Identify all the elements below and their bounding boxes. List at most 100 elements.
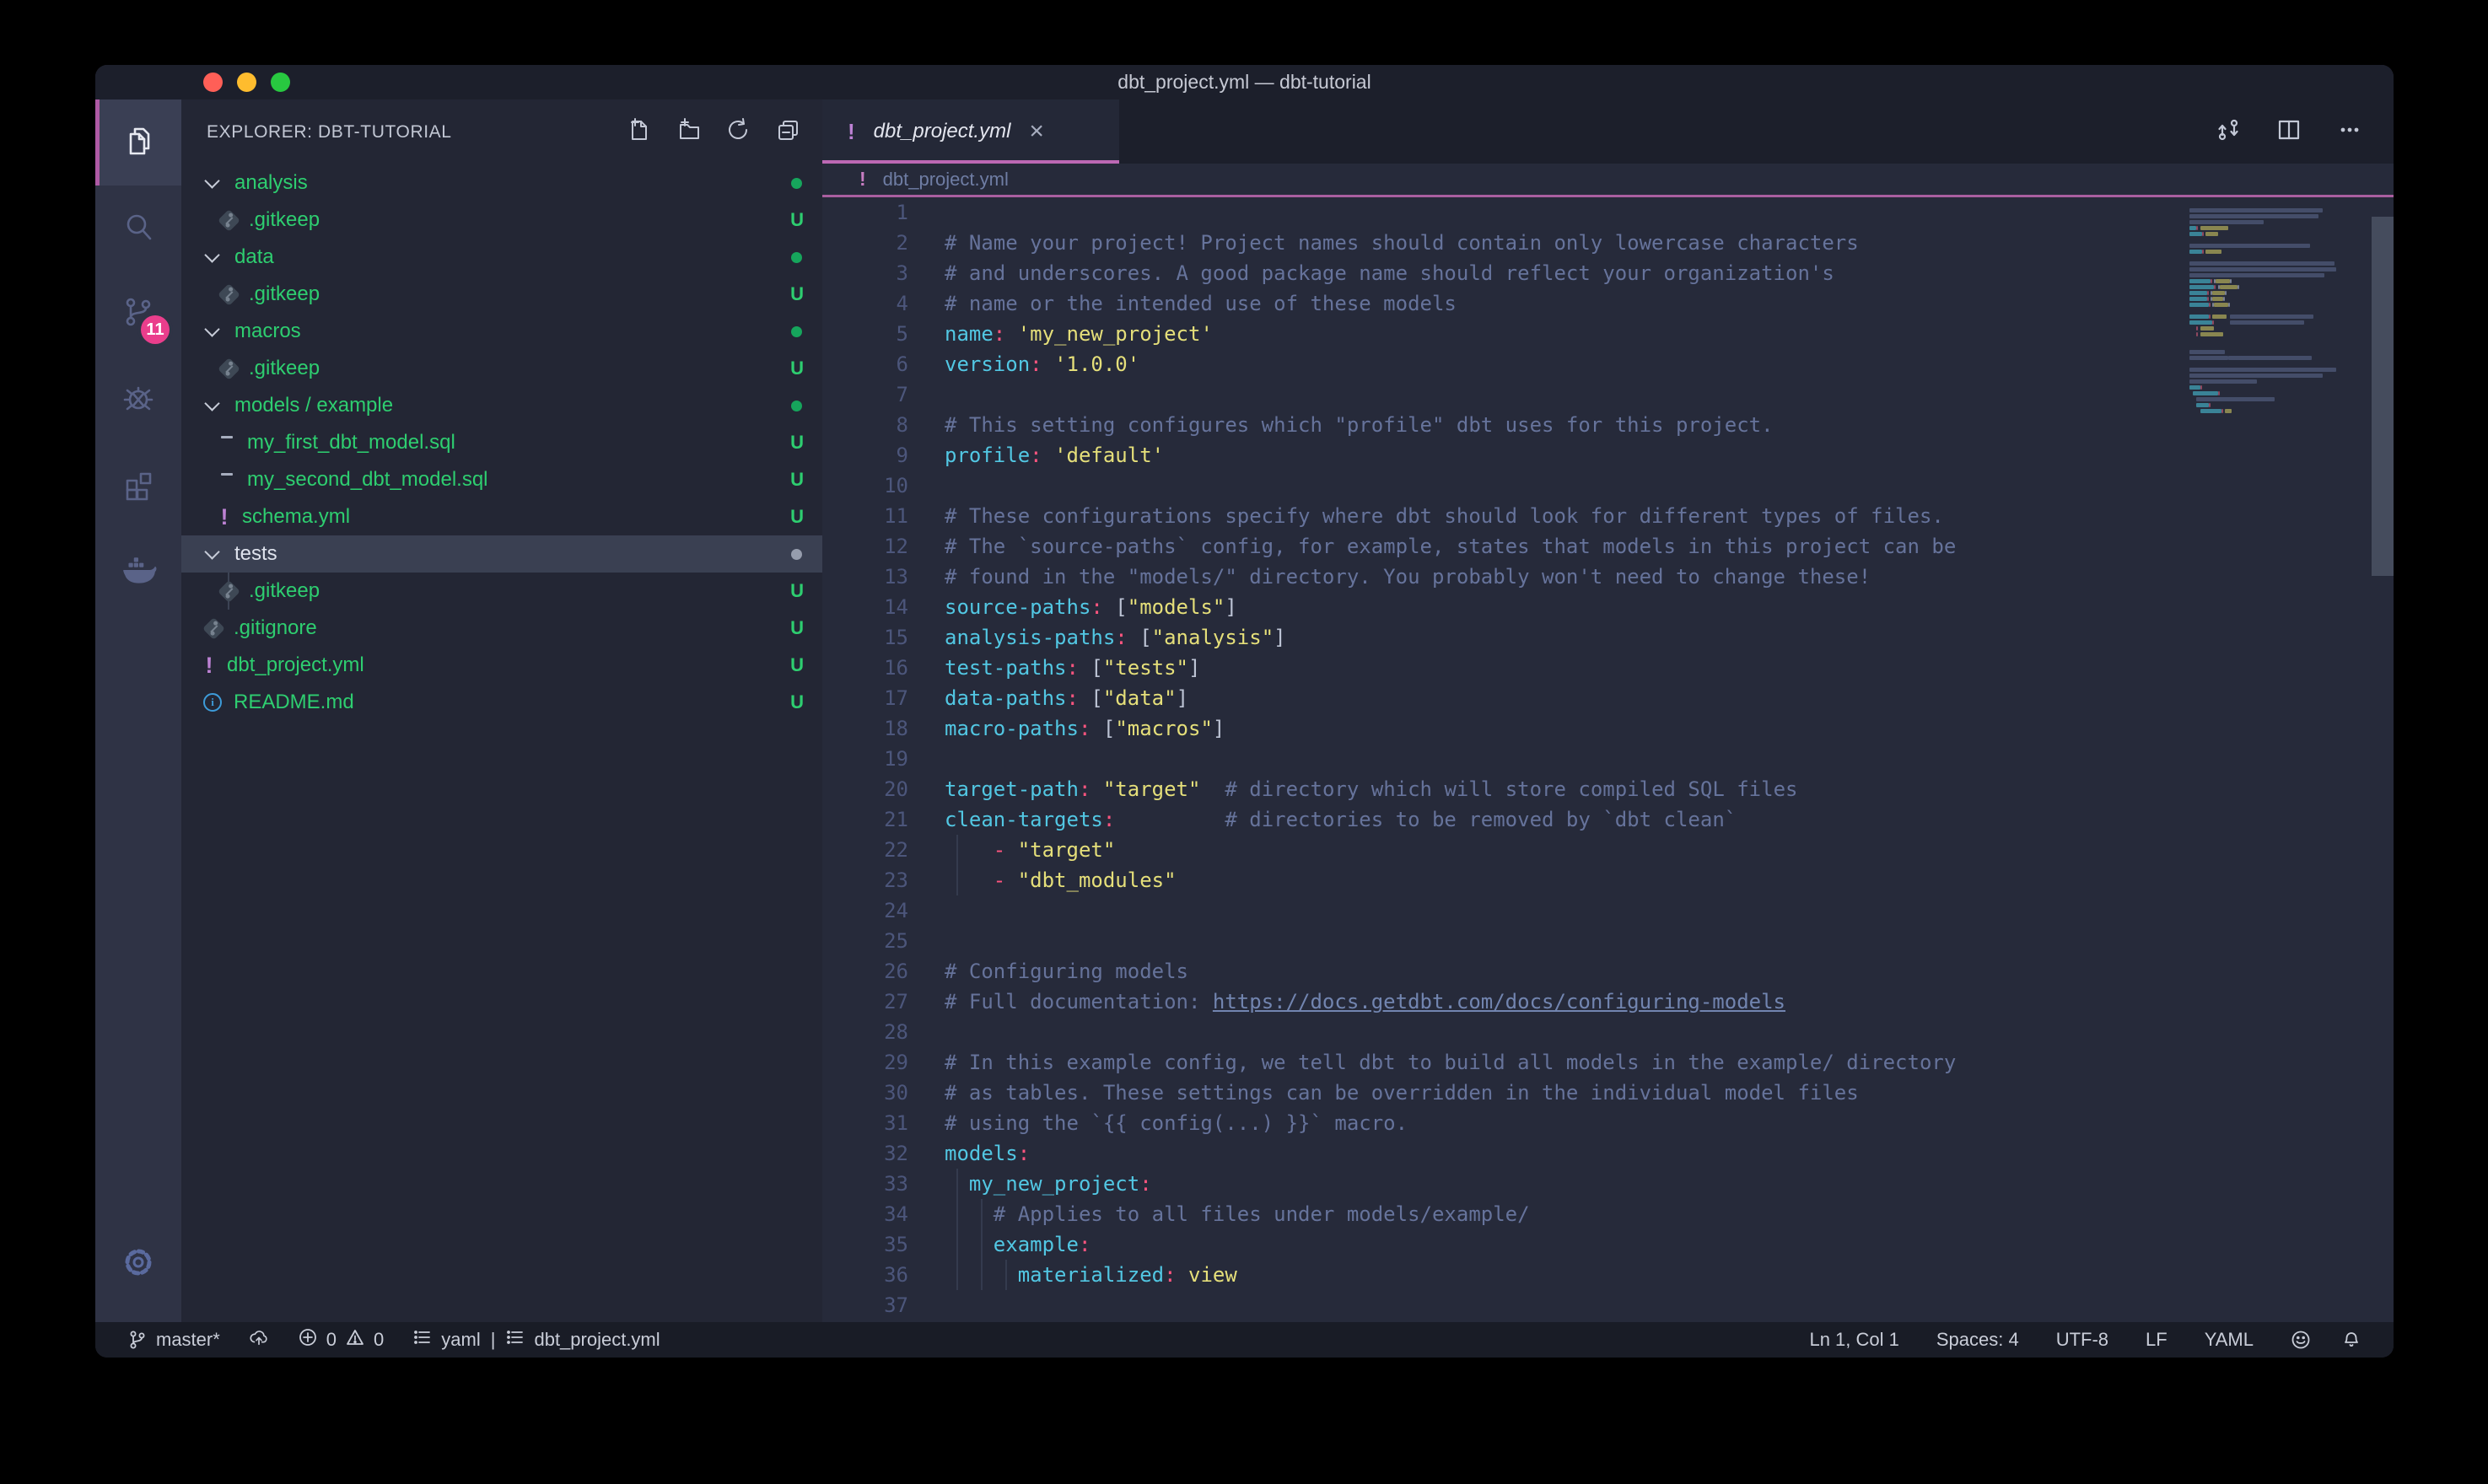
indent-guide [981, 1199, 983, 1229]
minimap-line [2189, 284, 2367, 290]
code-line[interactable]: 36 materialized: view [822, 1260, 2394, 1290]
code-line[interactable]: 19 [822, 744, 2394, 774]
activity-source-control-button[interactable]: 11 [95, 272, 181, 358]
eol-indicator[interactable]: LF [2146, 1329, 2168, 1351]
minimap-line [2189, 255, 2367, 261]
code-line[interactable]: 5name: 'my_new_project' [822, 319, 2394, 349]
activity-search-button[interactable] [95, 186, 181, 272]
tree-item-dbt-project-yml[interactable]: !dbt_project.ymlU [181, 647, 822, 684]
indent-guide [956, 1229, 958, 1260]
code-line[interactable]: 8# This setting configures which "profil… [822, 410, 2394, 440]
tree-item-models-example[interactable]: models / example [181, 387, 822, 424]
open-changes-icon[interactable] [2215, 116, 2242, 148]
code-line[interactable]: 20target-path: "target" # directory whic… [822, 774, 2394, 804]
code-line[interactable]: 6version: '1.0.0' [822, 349, 2394, 379]
folder-change-dot [791, 178, 802, 189]
encoding-indicator[interactable]: UTF-8 [2056, 1329, 2108, 1351]
editor-mode-indicator[interactable]: yaml | dbt_project.yml [412, 1327, 660, 1352]
code-line[interactable]: 32models: [822, 1138, 2394, 1169]
tree-item-data[interactable]: data [181, 239, 822, 276]
activity-settings-button[interactable] [95, 1221, 181, 1307]
minimap-line [2189, 367, 2367, 373]
cursor-position-indicator[interactable]: Ln 1, Col 1 [1809, 1329, 1898, 1351]
branch-indicator[interactable]: master* [127, 1329, 220, 1351]
code-line[interactable]: 22 - "target" [822, 835, 2394, 865]
close-window-button[interactable] [203, 73, 223, 92]
new-folder-icon[interactable] [676, 118, 701, 147]
notifications-bell-icon[interactable] [2341, 1330, 2361, 1350]
tree-item-gitkeep[interactable]: .gitkeepU [181, 350, 822, 387]
activity-explorer-button[interactable] [95, 99, 181, 186]
tree-item-gitkeep[interactable]: .gitkeepU [181, 202, 822, 239]
problems-indicator[interactable]: 0 0 [298, 1327, 385, 1352]
editor-actions [2215, 99, 2394, 164]
scrollbar-thumb[interactable] [2372, 217, 2394, 576]
code-line[interactable]: 7 [822, 379, 2394, 410]
code-line[interactable]: 23 - "dbt_modules" [822, 865, 2394, 895]
code-line[interactable]: 11# These configurations specify where d… [822, 501, 2394, 531]
tree-item-analysis[interactable]: analysis [181, 164, 822, 202]
code-line[interactable]: 9profile: 'default' [822, 440, 2394, 470]
code-line[interactable]: 27# Full documentation: https://docs.get… [822, 987, 2394, 1017]
split-editor-icon[interactable] [2275, 116, 2302, 148]
code-line[interactable]: 3# and underscores. A good package name … [822, 258, 2394, 288]
minimize-window-button[interactable] [237, 73, 256, 92]
code-line[interactable]: 37 [822, 1290, 2394, 1320]
code-line[interactable]: 25 [822, 926, 2394, 956]
minimap-line [2189, 320, 2367, 325]
chevron-down-icon [204, 247, 219, 262]
code-line[interactable]: 17data-paths: ["data"] [822, 683, 2394, 713]
code-line[interactable]: 2# Name your project! Project names shou… [822, 228, 2394, 258]
tree-item-gitkeep[interactable]: .gitkeepU [181, 573, 822, 610]
code-editor[interactable]: 12# Name your project! Project names sho… [822, 197, 2394, 1322]
code-line[interactable]: 15analysis-paths: ["analysis"] [822, 622, 2394, 653]
language-indicator[interactable]: YAML [2205, 1329, 2254, 1351]
code-line[interactable]: 12# The `source-paths` config, for examp… [822, 531, 2394, 562]
code-line[interactable]: 24 [822, 895, 2394, 926]
code-line[interactable]: 31# using the `{{ config(...) }}` macro. [822, 1108, 2394, 1138]
code-line[interactable]: 1 [822, 197, 2394, 228]
tree-item-tests[interactable]: tests [181, 535, 822, 573]
indentation-indicator[interactable]: Spaces: 4 [1936, 1329, 2019, 1351]
code-line[interactable]: 28 [822, 1017, 2394, 1047]
code-line[interactable]: 35 example: [822, 1229, 2394, 1260]
tree-item-readme-md[interactable]: iREADME.mdU [181, 684, 822, 721]
warning-count: 0 [374, 1329, 384, 1351]
minimap[interactable] [2189, 202, 2367, 420]
indent-guide [1005, 1260, 1007, 1290]
code-line[interactable]: 33 my_new_project: [822, 1169, 2394, 1199]
collapse-all-icon[interactable] [776, 118, 800, 147]
activity-debug-button[interactable] [95, 358, 181, 444]
maximize-window-button[interactable] [271, 73, 290, 92]
tree-item-gitkeep[interactable]: .gitkeepU [181, 276, 822, 313]
activity-docker-button[interactable] [95, 530, 181, 616]
tree-item-macros[interactable]: macros [181, 313, 822, 350]
tab-dbt-project-yml[interactable]: ! dbt_project.yml × [822, 99, 1119, 164]
tree-item-gitignore[interactable]: .gitignoreU [181, 610, 822, 647]
tree-item-my-second-dbt-model-sql[interactable]: my_second_dbt_model.sqlU [181, 461, 822, 498]
code-line[interactable]: 21clean-targets: # directories to be rem… [822, 804, 2394, 835]
code-line[interactable]: 18macro-paths: ["macros"] [822, 713, 2394, 744]
code-line[interactable]: 16test-paths: ["tests"] [822, 653, 2394, 683]
tree-item-label: schema.yml [242, 505, 350, 529]
tree-item-schema-yml[interactable]: !schema.ymlU [181, 498, 822, 535]
minimap-line [2189, 373, 2367, 379]
feedback-smiley-icon[interactable] [2291, 1330, 2311, 1350]
breadcrumb[interactable]: ! dbt_project.yml [822, 164, 2394, 197]
more-actions-icon[interactable] [2336, 116, 2363, 148]
code-line[interactable]: 10 [822, 470, 2394, 501]
tree-item-my-first-dbt-model-sql[interactable]: my_first_dbt_model.sqlU [181, 424, 822, 461]
code-line[interactable]: 13# found in the "models/" directory. Yo… [822, 562, 2394, 592]
new-file-icon[interactable] [627, 118, 651, 147]
publish-changes-button[interactable] [249, 1327, 269, 1352]
code-line[interactable]: 29# In this example config, we tell dbt … [822, 1047, 2394, 1078]
code-line[interactable]: 26# Configuring models [822, 956, 2394, 987]
close-tab-icon[interactable]: × [1029, 119, 1044, 144]
code-line[interactable]: 34 # Applies to all files under models/e… [822, 1199, 2394, 1229]
code-line[interactable]: 4# name or the intended use of these mod… [822, 288, 2394, 319]
activity-extensions-button[interactable] [95, 444, 181, 530]
refresh-icon[interactable] [726, 118, 751, 147]
code-line[interactable]: 30# as tables. These settings can be ove… [822, 1078, 2394, 1108]
chevron-down-icon [204, 321, 219, 336]
code-line[interactable]: 14source-paths: ["models"] [822, 592, 2394, 622]
